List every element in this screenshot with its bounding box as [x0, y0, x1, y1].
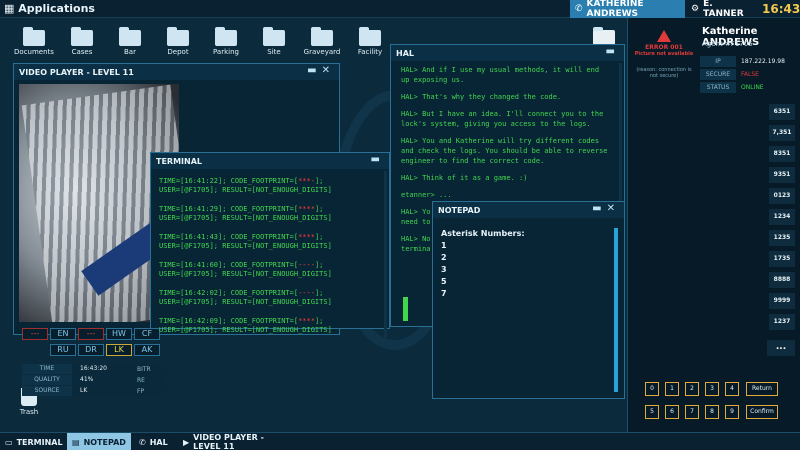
folder-icon [119, 27, 141, 46]
keypad-key-3[interactable]: 3 [705, 382, 719, 396]
minimize-icon[interactable]: ▬ [371, 154, 385, 165]
desktop-icon-graveyard[interactable]: Graveyard [302, 27, 342, 56]
video-key[interactable]: EN [50, 328, 76, 340]
hal-titlebar[interactable]: HAL ▬ [391, 45, 624, 61]
folder-icon [311, 27, 333, 46]
more-button[interactable]: ... [767, 340, 795, 356]
video-player-titlebar[interactable]: VIDEO PLAYER - LEVEL 11 ▬✕ [14, 64, 339, 80]
terminal-log-entry: TIME=[16:41:43]; CODE_FOOTPRINT=[****]; U… [159, 233, 332, 250]
taskbar-item-video-player[interactable]: ▶ VIDEO PLAYER - LEVEL 11 [178, 433, 298, 450]
code-history-item[interactable]: 8888 [769, 272, 795, 288]
desktop-icon-cases[interactable]: Cases [62, 27, 102, 56]
folder-icon [167, 27, 189, 46]
return-button[interactable]: Return [746, 382, 778, 396]
agent-info-table: IP 187.222.19.98 SECURE FALSE STATUS ONLINE [700, 56, 794, 95]
terminal-output: TIME=[16:41:22]; CODE_FOOTPRINT=[***-]; U… [151, 169, 389, 334]
agent-id: Agent #F1705 [702, 40, 753, 48]
applications-menu[interactable]: ▦ Applications [4, 2, 95, 15]
taskbar: ▭ TERMINAL ▤ NOTEPAD ✆ HAL ▶ VIDEO PLAYER - … [0, 432, 800, 450]
video-key[interactable]: CF [134, 328, 160, 340]
terminal-log-entry: TIME=[16:42:09]; CODE_FOOTPRINT=[****]; U… [159, 317, 332, 334]
top-bar: ▦ Applications ✆ KATHERINE ANDREWS ⚙ E. … [0, 0, 800, 19]
video-key[interactable]: --- [22, 328, 48, 340]
code-history-item[interactable]: 1735 [769, 251, 795, 267]
taskbar-item-notepad[interactable]: ▤ NOTEPAD [67, 433, 131, 450]
video-key[interactable]: --- [78, 328, 104, 340]
notepad-window: NOTEPAD ▬✕ Asterisk Numbers: 1 2 3 5 7 [432, 201, 625, 399]
desktop-icon-documents[interactable]: Documents [14, 27, 54, 56]
terminal-log-entry: TIME=[16:42:02]; CODE_FOOTPRINT=[----]; U… [159, 289, 332, 306]
close-icon[interactable]: ✕ [322, 65, 335, 76]
code-history-item[interactable]: 0123 [769, 188, 795, 204]
code-history-item[interactable]: 9999 [769, 293, 795, 309]
grid-icon: ▦ [4, 2, 19, 15]
code-history-item[interactable]: 1235 [769, 230, 795, 246]
code-history-item[interactable]: 8351 [769, 146, 795, 162]
folder-icon [215, 27, 237, 46]
keypad-key-5[interactable]: 5 [645, 405, 659, 419]
close-icon[interactable]: ✕ [607, 203, 620, 214]
hal-input-cursor [403, 297, 408, 321]
desktop-icon-depot[interactable]: Depot [158, 27, 198, 56]
keypad-key-6[interactable]: 6 [665, 405, 679, 419]
notepad-text-area[interactable]: Asterisk Numbers: 1 2 3 5 7 [433, 218, 624, 398]
folder-icon [359, 27, 381, 46]
notepad-scrollbar[interactable] [614, 228, 618, 392]
terminal-titlebar[interactable]: TERMINAL ▬ [151, 153, 389, 169]
desktop-icon-bar[interactable]: Bar [110, 27, 150, 56]
taskbar-item-terminal[interactable]: ▭ TERMINAL [0, 433, 66, 450]
code-history-item[interactable]: 7,351 [769, 125, 795, 141]
keypad-key-7[interactable]: 7 [685, 405, 699, 419]
keypad-key-8[interactable]: 8 [705, 405, 719, 419]
agent-panel: ERROR 001 Picture not available (reason:… [627, 18, 800, 432]
keypad-key-2[interactable]: 2 [685, 382, 699, 396]
notepad-icon: ▤ [72, 437, 80, 447]
video-side-labels: BITR RE FP [137, 366, 151, 395]
error-box: ERROR 001 Picture not available (reason:… [634, 30, 694, 79]
terminal-log-entry: TIME=[16:41:22]; CODE_FOOTPRINT=[***-]; U… [159, 177, 332, 194]
terminal-window: TERMINAL ▬ TIME=[16:41:22]; CODE_FOOTPRI… [150, 152, 390, 339]
gear-icon: ⚙ [691, 4, 700, 14]
terminal-log-entry: TIME=[16:41:60]; CODE_FOOTPRINT=[----]; U… [159, 261, 332, 278]
video-key[interactable]: AK [134, 344, 160, 356]
phone-icon: ✆ [139, 437, 146, 447]
video-key-selected[interactable]: LK [106, 344, 132, 356]
code-history-item[interactable]: 1234 [769, 209, 795, 225]
code-history-item[interactable]: 1237 [769, 314, 795, 330]
taskbar-item-hal[interactable]: ✆ HAL [134, 433, 176, 450]
phone-icon: ✆ [575, 4, 583, 14]
confirm-button[interactable]: Confirm [746, 405, 778, 419]
minimize-icon[interactable]: ▬ [606, 46, 620, 57]
keypad-key-9[interactable]: 9 [725, 405, 739, 419]
warning-icon [657, 30, 671, 42]
keypad-key-0[interactable]: 0 [645, 382, 659, 396]
video-icon: ▶ [183, 437, 190, 447]
user-chip-katherine[interactable]: ✆ KATHERINE ANDREWS [570, 0, 685, 19]
desktop-icon-site[interactable]: Site [254, 27, 294, 56]
notepad-titlebar[interactable]: NOTEPAD ▬✕ [433, 202, 624, 218]
video-key[interactable]: DR [78, 344, 104, 356]
code-history-item[interactable]: 9351 [769, 167, 795, 183]
desktop-icon-facility[interactable]: Facility [350, 27, 390, 56]
terminal-scrollbar[interactable] [384, 171, 387, 339]
code-history-item[interactable]: 6351 [769, 104, 795, 120]
keypad-key-4[interactable]: 4 [725, 382, 739, 396]
video-key[interactable]: RU [50, 344, 76, 356]
folder-icon [23, 27, 45, 46]
keypad-key-1[interactable]: 1 [665, 382, 679, 396]
clock: 16:43 [762, 2, 800, 16]
minimize-icon[interactable]: ▬ [307, 65, 321, 76]
terminal-log-entry: TIME=[16:41:29]; CODE_FOOTPRINT=[****]; U… [159, 205, 332, 222]
minimize-icon[interactable]: ▬ [592, 203, 606, 214]
video-key[interactable]: HW [106, 328, 132, 340]
terminal-icon: ▭ [5, 437, 13, 447]
desktop-icon-parking[interactable]: Parking [206, 27, 246, 56]
folder-icon [263, 27, 285, 46]
folder-icon [71, 27, 93, 46]
user-chip-tanner[interactable]: ⚙ E. TANNER [688, 0, 750, 19]
